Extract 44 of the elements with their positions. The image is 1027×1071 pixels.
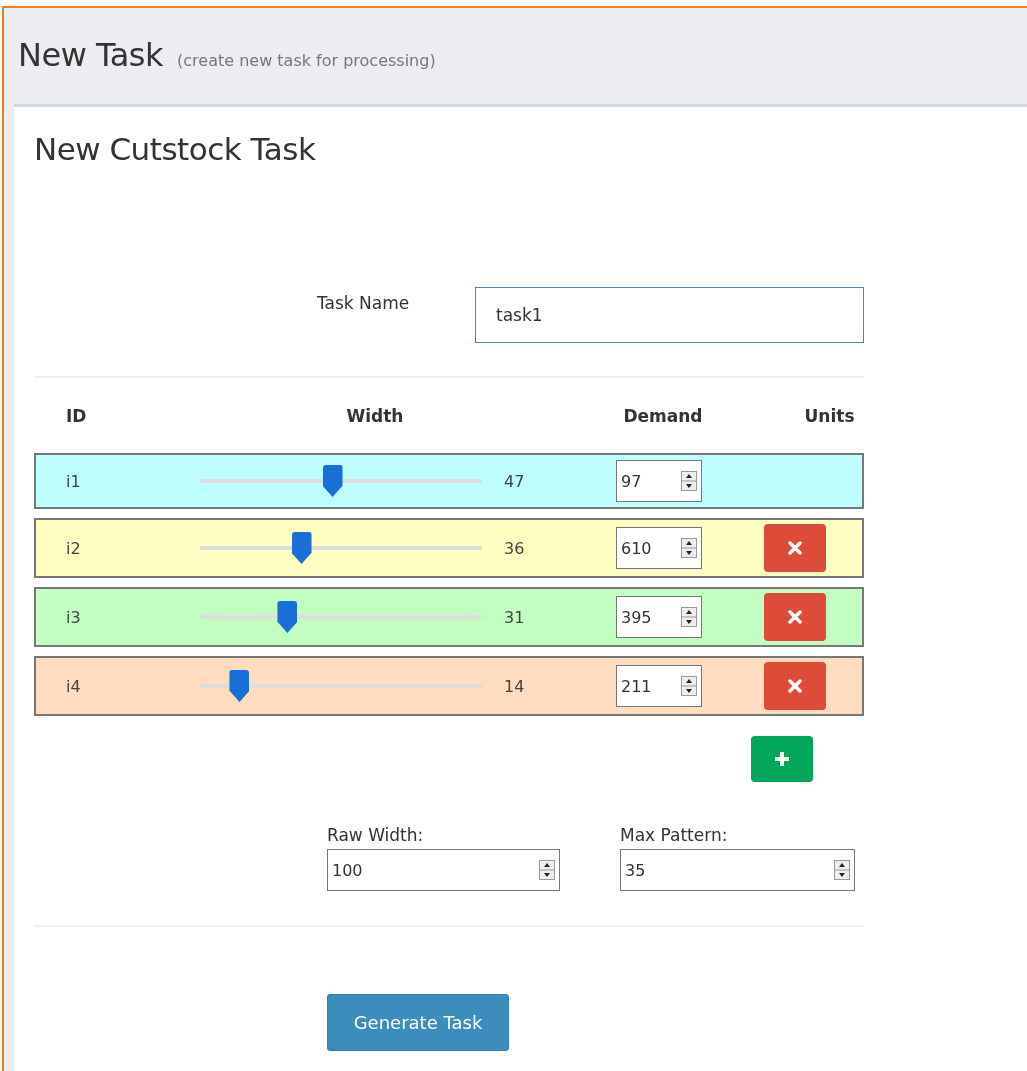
width-value: 36 <box>504 538 526 558</box>
number-field[interactable]: 100 <box>327 849 560 891</box>
demand-field[interactable]: 610 <box>616 527 702 569</box>
width-value: 31 <box>504 607 526 627</box>
column-header: ID <box>66 405 87 426</box>
spinner-arrows-icon[interactable] <box>681 471 697 491</box>
close-icon <box>788 541 802 555</box>
field-label: Task Name <box>317 292 411 313</box>
column-header: Width <box>346 405 404 426</box>
field-label: Raw Width: <box>327 825 425 845</box>
slider-thumb[interactable] <box>322 465 343 497</box>
demand-field[interactable]: 395 <box>616 596 702 638</box>
delete-button[interactable] <box>764 524 826 572</box>
page-subtitle: (create new task for processing) <box>177 51 436 70</box>
page-title: New Task <box>18 36 164 74</box>
delete-button[interactable] <box>764 662 826 710</box>
spinner-arrows-icon[interactable] <box>834 860 850 880</box>
column-header: Units <box>804 405 855 426</box>
item-id: i4 <box>66 676 82 696</box>
field-label: Max Pattern: <box>620 825 729 845</box>
close-icon <box>788 679 802 693</box>
slider-thumb[interactable] <box>229 670 250 702</box>
close-icon <box>788 610 802 624</box>
spinner-arrows-icon[interactable] <box>681 538 697 558</box>
generate-task-button[interactable]: Generate Task <box>327 994 509 1051</box>
width-value: 14 <box>504 676 526 696</box>
delete-button[interactable] <box>764 593 826 641</box>
item-id: i3 <box>66 607 82 627</box>
width-value: 47 <box>504 471 526 491</box>
plus-icon <box>774 751 790 767</box>
item-id: i1 <box>66 471 82 491</box>
add-row-button[interactable] <box>751 736 813 782</box>
column-header: Demand <box>623 405 703 426</box>
spinner-arrows-icon[interactable] <box>681 607 697 627</box>
number-field[interactable]: 35 <box>620 849 855 891</box>
spinner-arrows-icon[interactable] <box>539 860 555 880</box>
item-id: i2 <box>66 538 82 558</box>
demand-field[interactable]: 211 <box>616 665 702 707</box>
form-title: New Cutstock Task <box>34 131 317 167</box>
slider-thumb[interactable] <box>291 532 312 564</box>
demand-field[interactable]: 97 <box>616 460 702 502</box>
task-name-field[interactable]: task1 <box>475 287 864 343</box>
spinner-arrows-icon[interactable] <box>681 676 697 696</box>
slider-thumb[interactable] <box>277 601 298 633</box>
